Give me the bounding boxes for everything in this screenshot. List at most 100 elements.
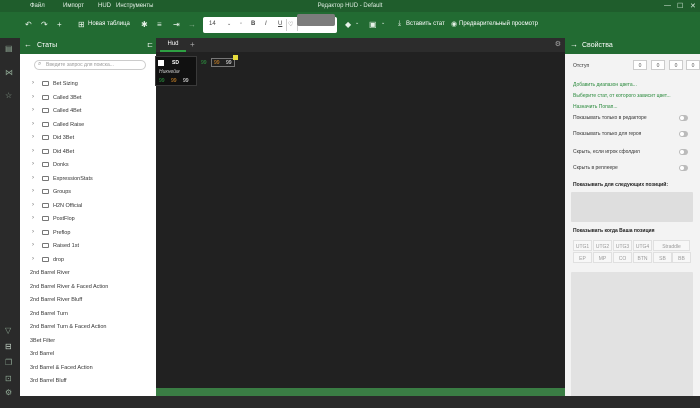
position-button[interactable]: SB bbox=[653, 252, 672, 263]
share-icon[interactable]: ⋈ bbox=[5, 68, 13, 77]
hud-player-panel[interactable]: SD Никнейм 99 99 99 bbox=[155, 56, 197, 86]
stat-value[interactable]: 99 bbox=[201, 60, 207, 66]
folder-row[interactable]: › Did 3Bet bbox=[20, 131, 156, 144]
folder-row[interactable]: › Called Raise bbox=[20, 118, 156, 131]
folder-row[interactable]: › H2N Official bbox=[20, 199, 156, 212]
player-name: SD bbox=[172, 60, 179, 66]
new-table-button[interactable]: Новая таблица bbox=[88, 21, 130, 27]
add-tab-icon[interactable]: + bbox=[190, 40, 195, 49]
position-button[interactable]: BB bbox=[672, 252, 691, 263]
insert-stat-button[interactable]: Вставить стат bbox=[406, 21, 445, 27]
folder-row[interactable]: › PostFlop bbox=[20, 212, 156, 225]
folder-row[interactable]: › Preflop bbox=[20, 226, 156, 239]
position-button[interactable]: UTG1 bbox=[573, 240, 592, 251]
chevron-down-icon[interactable]: ⌄ bbox=[381, 20, 385, 26]
toggle-switch[interactable] bbox=[679, 149, 688, 155]
layout-icon[interactable]: ⊡ bbox=[5, 374, 12, 383]
stat-item[interactable]: 2nd Barrel Turn bbox=[20, 307, 156, 320]
folder-row[interactable]: › Called 4Bet bbox=[20, 104, 156, 117]
select-color-stat-link[interactable]: Выберите стат, от которого зависит цвет.… bbox=[573, 93, 671, 99]
toggle-switch[interactable] bbox=[679, 131, 688, 137]
toggle-switch[interactable] bbox=[679, 115, 688, 121]
undo-icon[interactable]: ↶ bbox=[25, 20, 32, 29]
align-icon[interactable]: ≡ bbox=[157, 20, 162, 29]
minimize-icon[interactable]: — bbox=[664, 2, 671, 9]
stat-value[interactable]: 99 bbox=[183, 78, 189, 84]
tab-hud[interactable]: Hud bbox=[160, 38, 186, 52]
settings-icon[interactable]: ✱ bbox=[141, 20, 148, 29]
border-icon[interactable]: ▣ bbox=[369, 20, 377, 29]
stat-item[interactable]: 3rd Barrel & Faced Action bbox=[20, 361, 156, 374]
insert-stat-icon[interactable]: ⤓ bbox=[398, 20, 401, 28]
stat-item[interactable]: 2nd Barrel River Bluff bbox=[20, 293, 156, 306]
stat-value[interactable]: 99 bbox=[159, 78, 165, 84]
stat-item[interactable]: 3rd Barrel bbox=[20, 347, 156, 360]
chevron-right-icon: › bbox=[32, 188, 34, 194]
stat-value[interactable]: 99 bbox=[171, 78, 177, 84]
folder-row[interactable]: › Groups bbox=[20, 185, 156, 198]
folder-row[interactable]: › drop bbox=[20, 253, 156, 266]
stat-value[interactable]: 99 bbox=[214, 60, 220, 66]
chevron-right-icon: › bbox=[32, 121, 34, 127]
chevron-down-icon[interactable]: ⌄ bbox=[355, 20, 359, 26]
folder-row[interactable]: › Did 4Bet bbox=[20, 145, 156, 158]
search-input[interactable]: ⌕ Введите запрос для поиска... bbox=[34, 60, 146, 70]
folder-row[interactable]: › Bet Sizing bbox=[20, 77, 156, 90]
stat-item[interactable]: 2nd Barrel River & Faced Action bbox=[20, 280, 156, 293]
forward-arrow-icon[interactable]: → bbox=[570, 40, 578, 49]
gear-icon[interactable]: ⚙ bbox=[555, 40, 561, 48]
position-button[interactable]: MP bbox=[593, 252, 612, 263]
bold-button[interactable]: B bbox=[251, 21, 255, 27]
italic-button[interactable]: I bbox=[265, 21, 267, 27]
font-color-icon[interactable]: ◦ bbox=[240, 21, 242, 27]
star-icon[interactable]: ☆ bbox=[5, 91, 12, 100]
redo-icon[interactable]: ↷ bbox=[41, 20, 48, 29]
stat-item[interactable]: 3rd Barrel Bluff bbox=[20, 374, 156, 387]
stat-item[interactable]: 2nd Barrel Turn & Faced Action bbox=[20, 320, 156, 333]
position-button[interactable]: CO bbox=[613, 252, 632, 263]
fill-color-icon[interactable]: ◆ bbox=[345, 20, 351, 29]
add-color-range-link[interactable]: Добавить диапазон цвета... bbox=[573, 82, 637, 88]
assign-popup-link[interactable]: Назначить Попап... bbox=[573, 104, 617, 110]
folder-row[interactable]: › Donks bbox=[20, 158, 156, 171]
new-table-icon[interactable]: ⊞ bbox=[78, 20, 85, 29]
folder-row[interactable]: › Called 3Bet bbox=[20, 91, 156, 104]
back-arrow-icon[interactable]: ← bbox=[24, 40, 32, 49]
add-icon[interactable]: + bbox=[57, 20, 62, 29]
preview-button[interactable]: Предварительный просмотр bbox=[459, 21, 538, 27]
underline-button[interactable]: U bbox=[278, 21, 282, 27]
position-button[interactable]: Straddle bbox=[653, 240, 690, 251]
folder-row[interactable]: › Raised 1st bbox=[20, 239, 156, 252]
padding-top-input[interactable]: 0 bbox=[651, 60, 665, 70]
toggle-switch[interactable] bbox=[679, 165, 688, 171]
stat-item[interactable]: 2nd Barrel River bbox=[20, 266, 156, 279]
padding-right-input[interactable]: 0 bbox=[669, 60, 683, 70]
position-button[interactable]: UTG3 bbox=[613, 240, 632, 251]
copy-icon[interactable]: ❐ bbox=[5, 358, 12, 367]
folder-icon bbox=[42, 162, 49, 167]
padding-bottom-input[interactable]: 0 bbox=[686, 60, 700, 70]
stat-item[interactable]: 3Bet Filter bbox=[20, 334, 156, 347]
folder-row[interactable]: › ExpressionStats bbox=[20, 172, 156, 185]
layers-icon[interactable]: ▤ bbox=[5, 44, 13, 53]
position-button[interactable]: UTG2 bbox=[593, 240, 612, 251]
heart-icon[interactable]: ♡ bbox=[288, 21, 293, 28]
hud-canvas[interactable] bbox=[156, 52, 565, 388]
position-button[interactable]: EP bbox=[573, 252, 592, 263]
close-icon[interactable]: ✕ bbox=[690, 2, 696, 10]
padding-left-input[interactable]: 0 bbox=[633, 60, 647, 70]
chevron-down-icon[interactable]: ⌄ bbox=[227, 21, 231, 27]
pin-icon[interactable]: ⊏ bbox=[147, 41, 153, 49]
import-icon[interactable]: ⇥ bbox=[173, 20, 180, 29]
font-size-select[interactable]: 14 bbox=[209, 21, 216, 27]
position-button[interactable]: UTG4 bbox=[633, 240, 652, 251]
stat-value[interactable]: 99 bbox=[226, 60, 232, 66]
maximize-icon[interactable]: ☐ bbox=[677, 2, 683, 10]
filter-icon[interactable]: ▽ bbox=[5, 326, 11, 335]
eye-icon[interactable]: ◉ bbox=[451, 20, 457, 28]
grid-icon[interactable]: ⊟ bbox=[5, 342, 12, 351]
folder-label: Did 4Bet bbox=[53, 149, 75, 155]
position-button[interactable]: BTN bbox=[633, 252, 652, 263]
resize-handle[interactable] bbox=[233, 55, 238, 60]
export-icon[interactable]: → bbox=[188, 20, 196, 29]
